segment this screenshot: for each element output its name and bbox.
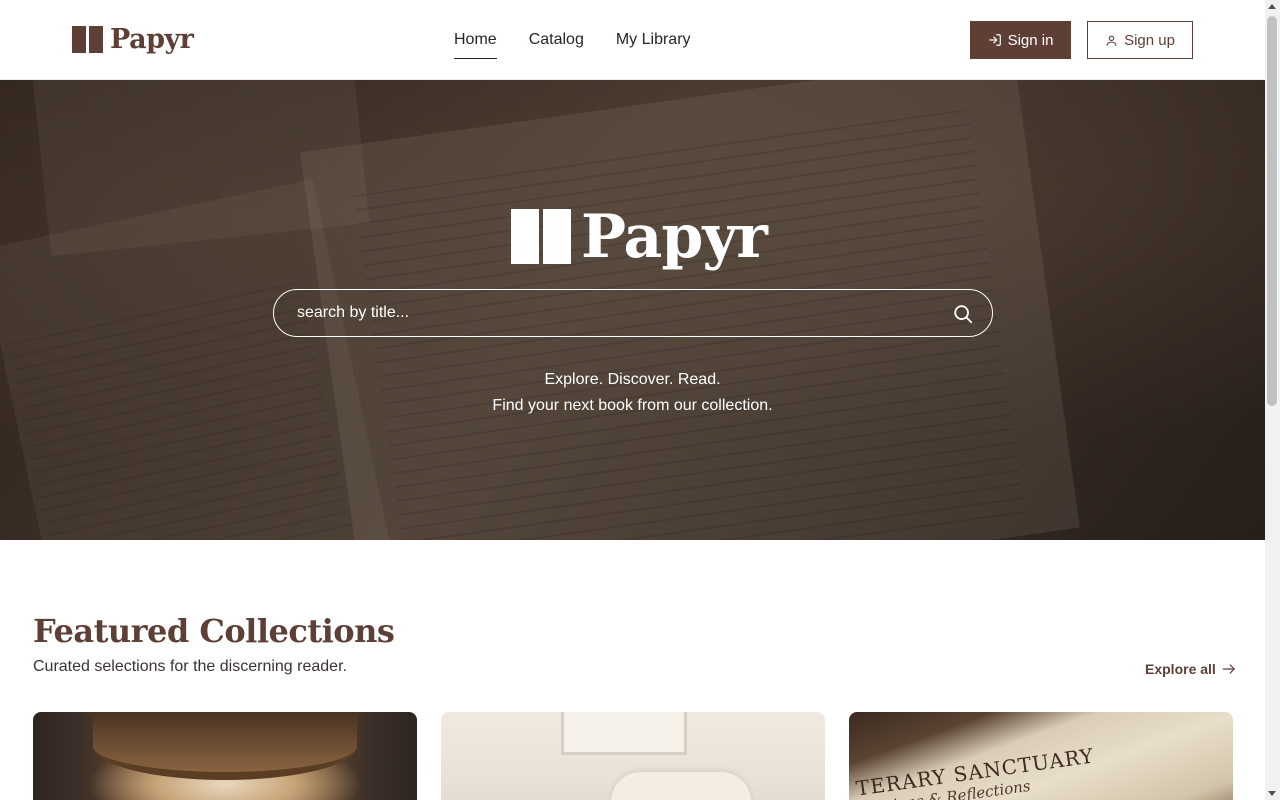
- sign-in-button[interactable]: Sign in: [970, 21, 1071, 59]
- main-nav: Home Catalog My Library: [454, 30, 691, 59]
- book-logo-icon: [511, 209, 571, 264]
- nav-home[interactable]: Home: [454, 30, 497, 59]
- site-header: Papyr Home Catalog My Library Sign in Si…: [0, 0, 1265, 80]
- collection-card-library-hall[interactable]: [33, 712, 417, 800]
- explore-all-link[interactable]: Explore all: [1145, 661, 1236, 677]
- search-bar: [273, 289, 993, 337]
- hero-logo: Papyr: [511, 202, 768, 272]
- section-subtitle: Curated selections for the discerning re…: [33, 658, 347, 675]
- search-input[interactable]: [297, 304, 917, 322]
- scroll-up-arrow-icon[interactable]: [1268, 4, 1276, 9]
- search-icon[interactable]: [952, 303, 974, 325]
- sign-in-label: Sign in: [1007, 31, 1054, 49]
- section-title: Featured Collections: [33, 612, 395, 650]
- hero-tagline: Explore. Discover. Read. Find your next …: [0, 367, 1265, 419]
- page-scrollbar[interactable]: [1265, 0, 1280, 800]
- tagline-line-2: Find your next book from our collection.: [492, 397, 773, 414]
- explore-all-label: Explore all: [1145, 661, 1216, 677]
- sign-up-label: Sign up: [1124, 31, 1175, 49]
- collection-card-literary-sanctuary[interactable]: TERARY SANCTUARY ections & Reflections: [849, 712, 1233, 800]
- sign-up-button[interactable]: Sign up: [1087, 21, 1193, 59]
- hero-brand-name: Papyr: [581, 202, 768, 272]
- brand-logo[interactable]: Papyr: [72, 24, 194, 55]
- hero-section: Papyr Explore. Discover. Read. Find your…: [0, 80, 1265, 540]
- tagline-line-1: Explore. Discover. Read.: [544, 371, 721, 388]
- brand-name: Papyr: [110, 24, 194, 55]
- scroll-down-arrow-icon[interactable]: [1268, 791, 1276, 796]
- scroll-thumb[interactable]: [1267, 16, 1277, 406]
- collection-card-reading-chair[interactable]: [441, 712, 825, 800]
- sign-in-icon: [988, 34, 1001, 46]
- nav-catalog[interactable]: Catalog: [529, 30, 584, 59]
- user-icon: [1106, 35, 1117, 46]
- book-logo-icon: [72, 26, 103, 53]
- nav-my-library[interactable]: My Library: [616, 30, 691, 59]
- arrow-right-icon: [1222, 664, 1235, 674]
